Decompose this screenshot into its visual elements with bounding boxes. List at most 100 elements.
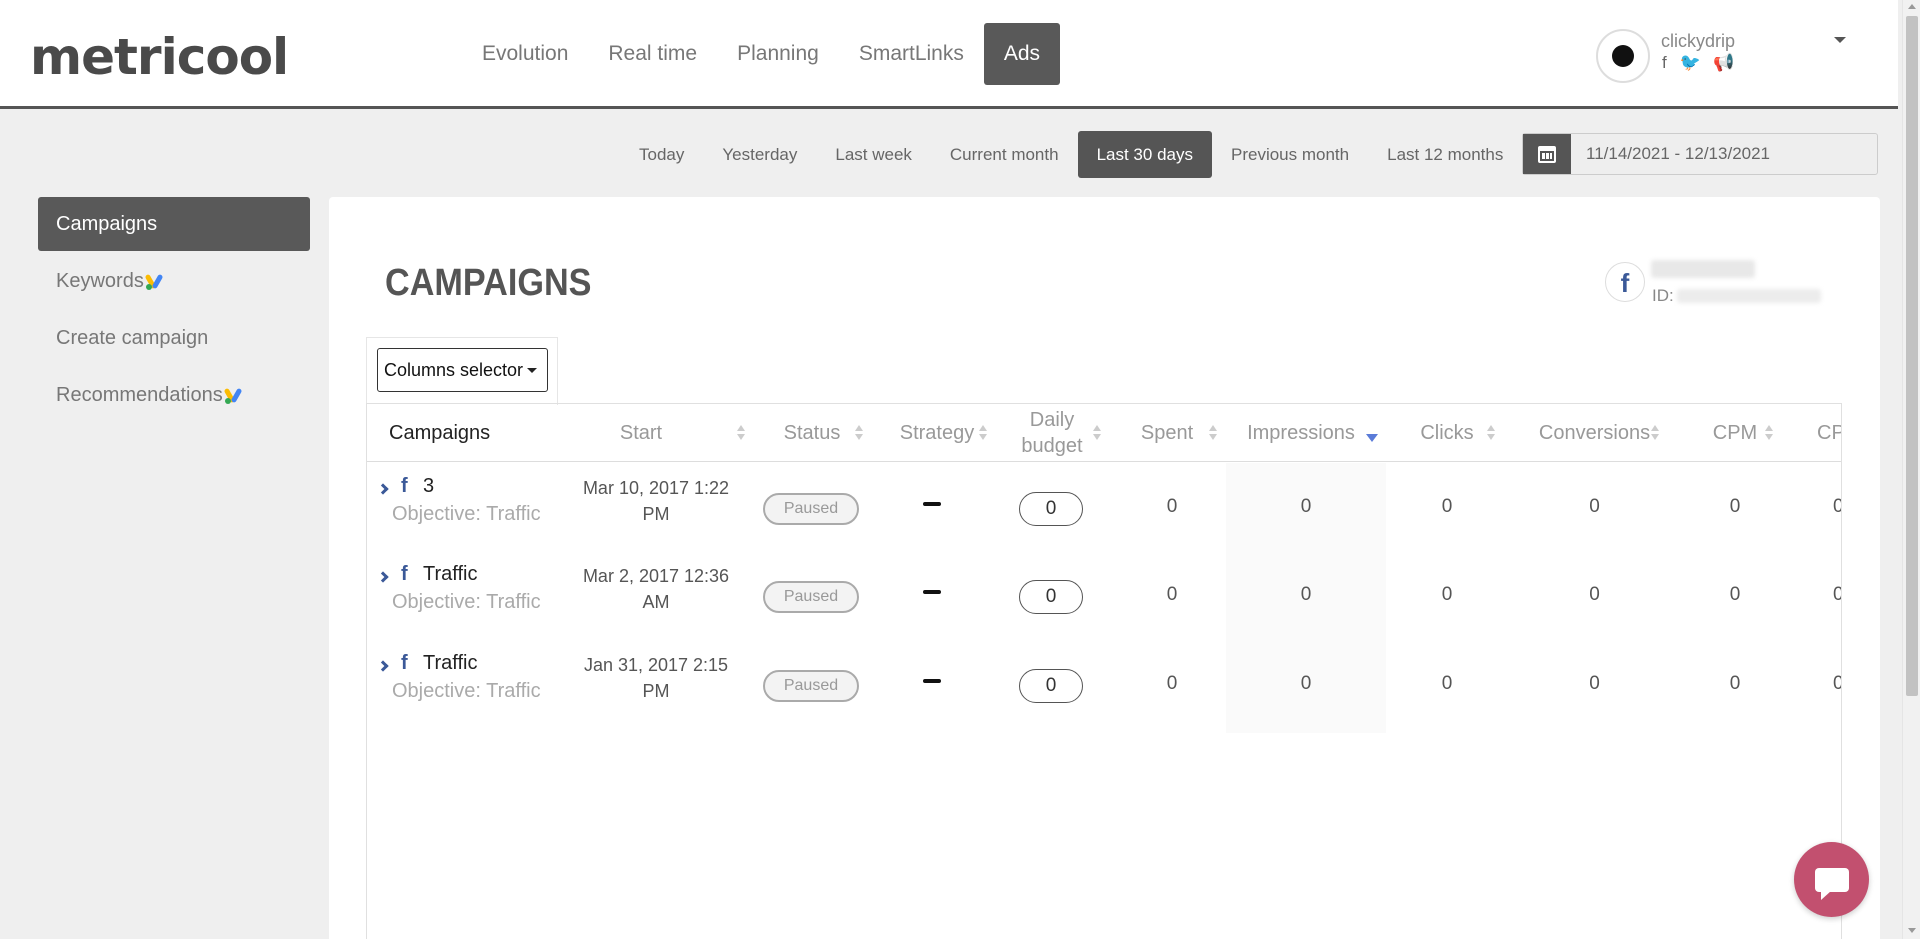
campaign-name[interactable]: Traffic: [423, 563, 477, 586]
date-last-12-months[interactable]: Last 12 months: [1368, 131, 1522, 178]
megaphone-icon: 📢: [1713, 53, 1739, 72]
page-scrollbar[interactable]: [1902, 0, 1920, 939]
scroll-down-icon[interactable]: [1908, 928, 1916, 933]
chevron-down-icon[interactable]: [1834, 37, 1846, 43]
date-today[interactable]: Today: [620, 131, 703, 178]
sort-icon[interactable]: [1765, 425, 1773, 441]
columns-selector-button[interactable]: Columns selector: [377, 348, 548, 392]
header-conversions[interactable]: Conversions: [1527, 404, 1662, 462]
sidebar-item-recommendations[interactable]: Recommendations: [38, 368, 310, 422]
campaign-name[interactable]: Traffic: [423, 652, 477, 675]
columns-selector-container: Columns selector: [366, 337, 558, 405]
caret-down-icon: [527, 368, 538, 373]
date-last-week[interactable]: Last week: [816, 131, 931, 178]
header-start[interactable]: Start: [581, 404, 701, 462]
sort-icon[interactable]: [1651, 425, 1659, 441]
conversions-value: 0: [1589, 584, 1600, 605]
date-range-picker[interactable]: 11/14/2021 - 12/13/2021: [1522, 133, 1878, 175]
sidebar-item-label: Keywords: [56, 270, 144, 292]
date-last-30-days[interactable]: Last 30 days: [1077, 131, 1212, 178]
header-status[interactable]: Status: [767, 404, 857, 462]
nav-planning[interactable]: Planning: [717, 23, 839, 85]
chevron-right-icon[interactable]: [377, 483, 389, 495]
daily-budget-field[interactable]: 0: [1019, 669, 1083, 703]
facebook-icon: f: [1662, 53, 1671, 72]
status-badge: Paused: [763, 493, 859, 525]
date-previous-month[interactable]: Previous month: [1212, 131, 1368, 178]
columns-selector-label: Columns selector: [384, 360, 524, 380]
daily-budget-field[interactable]: 0: [1019, 492, 1083, 526]
account-id-label: ID:: [1652, 286, 1674, 305]
status-badge: Paused: [763, 670, 859, 702]
impressions-value: 0: [1300, 673, 1312, 694]
spent-value: 0: [1166, 496, 1178, 517]
strategy-empty: [923, 502, 941, 506]
sidebar-item-label: Recommendations: [56, 384, 223, 406]
chat-button[interactable]: [1794, 842, 1869, 917]
sort-icon[interactable]: [737, 425, 745, 441]
facebook-icon: f: [401, 652, 408, 674]
spent-value: 0: [1166, 584, 1178, 605]
cp-value: 0: [1833, 463, 1841, 551]
sidebar-item-create-campaign[interactable]: Create campaign: [38, 311, 310, 365]
campaign-start: Mar 10, 2017 1:22 PM: [582, 478, 730, 525]
calendar-button[interactable]: [1523, 134, 1571, 174]
scroll-up-icon[interactable]: [1908, 4, 1916, 9]
header-clicks[interactable]: Clicks: [1397, 404, 1497, 462]
header-spent[interactable]: Spent: [1122, 404, 1212, 462]
clicks-value: 0: [1441, 496, 1453, 517]
sidebar-item-campaigns[interactable]: Campaigns: [38, 197, 310, 251]
header-impressions[interactable]: Impressions: [1231, 404, 1371, 462]
sort-icon[interactable]: [979, 425, 987, 441]
conversions-value: 0: [1589, 673, 1600, 694]
header-strategy[interactable]: Strategy: [887, 404, 987, 462]
table-row: f Traffic Objective: Traffic Mar 2, 2017…: [367, 551, 1841, 639]
campaign-objective: Objective: Traffic: [392, 591, 541, 613]
campaign-objective: Objective: Traffic: [392, 680, 541, 702]
sort-icon[interactable]: [855, 425, 863, 441]
metricool-logo[interactable]: metricool: [30, 28, 289, 86]
account-id-blurred: [1677, 289, 1821, 303]
cpm-value: 0: [1729, 496, 1741, 517]
google-ads-icon: [223, 387, 243, 404]
daily-budget-field[interactable]: 0: [1019, 580, 1083, 614]
chevron-right-icon[interactable]: [377, 660, 389, 672]
header-campaigns[interactable]: Campaigns: [389, 404, 539, 462]
cpm-value: 0: [1729, 673, 1741, 694]
avatar: [1596, 29, 1650, 83]
facebook-icon: f: [1605, 262, 1645, 302]
nav-ads[interactable]: Ads: [983, 23, 1061, 85]
cp-value: 0: [1833, 640, 1841, 728]
date-current-month[interactable]: Current month: [931, 131, 1078, 178]
chat-icon: [1814, 867, 1849, 900]
avatar-image: [1612, 45, 1634, 67]
chevron-right-icon[interactable]: [377, 571, 389, 583]
clicks-value: 0: [1441, 673, 1453, 694]
sort-icon[interactable]: [1487, 425, 1495, 441]
header-cp[interactable]: CP: [1817, 404, 1841, 462]
impressions-value: 0: [1300, 496, 1312, 517]
nav-smartlinks[interactable]: SmartLinks: [839, 23, 984, 85]
campaign-name[interactable]: 3: [423, 475, 434, 498]
calendar-icon: [1538, 145, 1556, 163]
sort-icon[interactable]: [1093, 425, 1101, 441]
sort-icon[interactable]: [1209, 425, 1217, 441]
header-daily-budget[interactable]: Daily budget: [1007, 404, 1097, 462]
main-panel: CAMPAIGNS f ID: Columns selector Campaig…: [329, 197, 1880, 939]
nav-real-time[interactable]: Real time: [588, 23, 717, 85]
ad-account-info: f ID:: [1605, 260, 1835, 312]
date-yesterday[interactable]: Yesterday: [703, 131, 816, 178]
status-badge: Paused: [763, 581, 859, 613]
date-range-value[interactable]: 11/14/2021 - 12/13/2021: [1586, 134, 1770, 174]
user-menu[interactable]: clickydrip f 🐦 📢: [1596, 29, 1846, 83]
date-filter-bar: Today Yesterday Last week Current month …: [620, 131, 1522, 178]
scrollbar-thumb[interactable]: [1906, 16, 1918, 696]
google-ads-icon: [144, 273, 164, 290]
nav-evolution[interactable]: Evolution: [462, 23, 588, 85]
sidebar-item-keywords[interactable]: Keywords: [38, 254, 310, 308]
sort-down-active-icon[interactable]: [1366, 434, 1378, 442]
sidebar: Campaigns Keywords Create campaign Recom…: [38, 197, 310, 425]
spent-value: 0: [1166, 673, 1178, 694]
cpm-value: 0: [1729, 584, 1741, 605]
cp-value: 0: [1833, 551, 1841, 639]
